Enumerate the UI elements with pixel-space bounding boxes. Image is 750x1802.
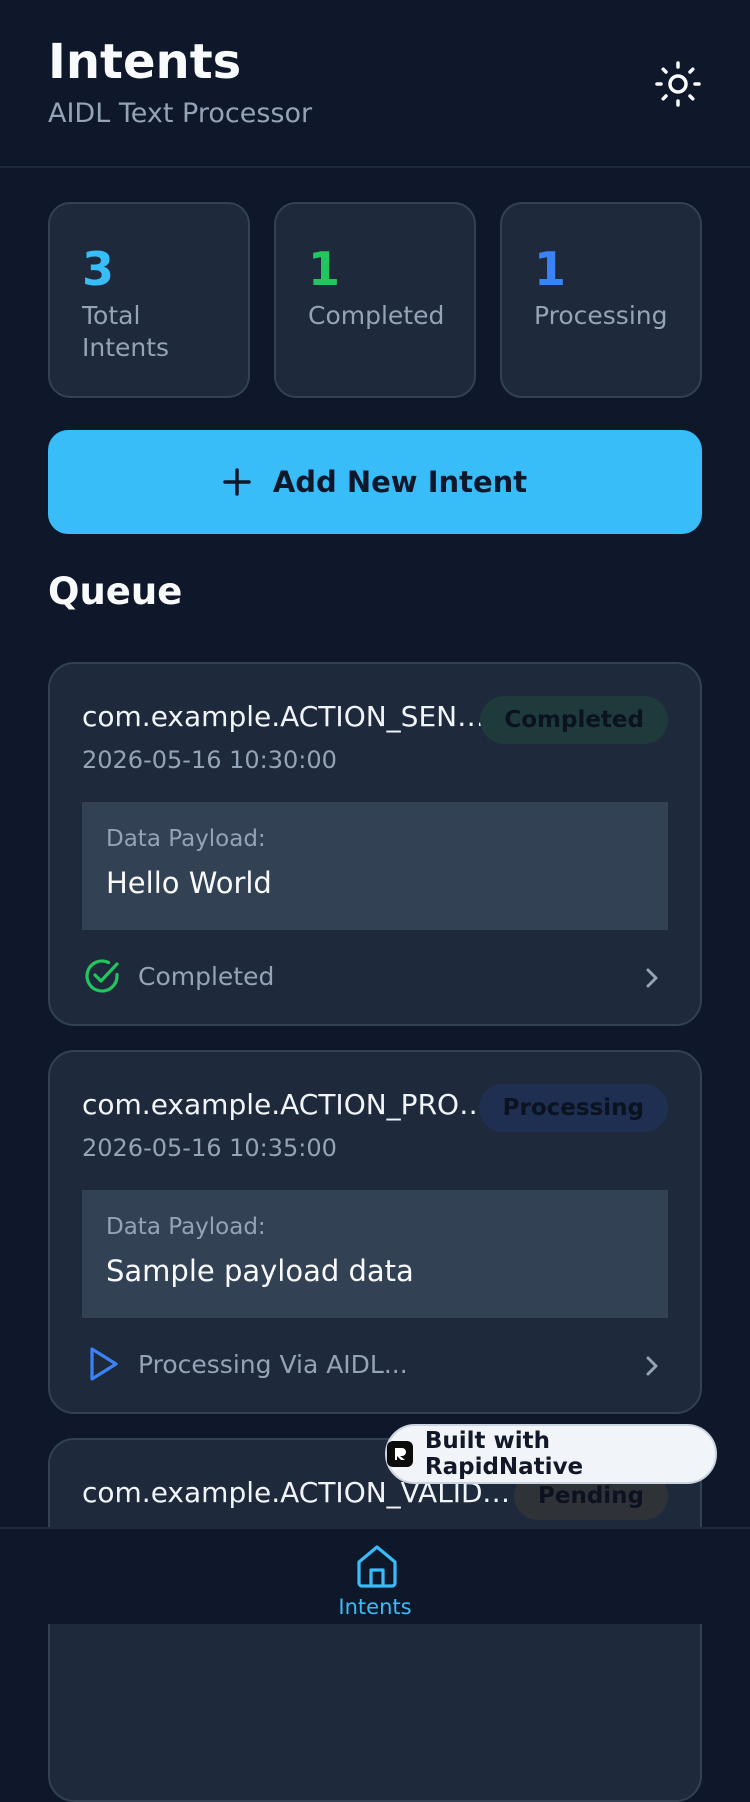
status-badge: Completed: [480, 696, 668, 744]
stat-card-completed: 1 Completed: [274, 202, 476, 398]
play-icon: [90, 1347, 118, 1381]
built-with-rapidnative-badge[interactable]: Built with RapidNative: [385, 1424, 717, 1484]
page-title: Intents: [48, 34, 242, 90]
add-new-intent-button[interactable]: Add New Intent: [48, 430, 702, 534]
stat-value: 1: [308, 242, 341, 296]
chevron-right-icon: [646, 968, 658, 988]
payload-label: Data Payload:: [106, 826, 266, 852]
stat-label: Total Intents: [82, 301, 170, 362]
status-text: Completed: [138, 962, 275, 991]
intent-card[interactable]: com.example.ACTION_PROCE... Processing 2…: [48, 1050, 702, 1414]
intent-card[interactable]: com.example.ACTION_SEND_... Completed 20…: [48, 662, 702, 1026]
payload-value: Hello World: [106, 866, 272, 900]
payload-box: Data Payload: Sample payload data: [82, 1190, 668, 1318]
stat-value: 1: [534, 242, 567, 296]
payload-value: Sample payload data: [106, 1254, 414, 1288]
tab-label: Intents: [338, 1595, 412, 1619]
intent-timestamp: 2026-05-16 10:35:00: [82, 1134, 337, 1162]
plus-icon: [223, 468, 251, 496]
watermark-text: Built with RapidNative: [424, 1428, 584, 1480]
bottom-navigation: Intents: [0, 1527, 750, 1624]
intent-action: com.example.ACTION_PROCE...: [82, 1088, 490, 1121]
intent-action: com.example.ACTION_SEND_...: [82, 700, 490, 733]
rapidnative-logo-icon: [387, 1441, 413, 1467]
add-button-label: Add New Intent: [272, 465, 528, 499]
payload-label: Data Payload:: [106, 1214, 266, 1240]
payload-box: Data Payload: Hello World: [82, 802, 668, 930]
page-subtitle: AIDL Text Processor: [48, 98, 313, 129]
stat-card-processing: 1 Processing: [500, 202, 702, 398]
theme-toggle-button[interactable]: [650, 56, 706, 112]
status-row[interactable]: Processing Via AIDL...: [82, 1344, 668, 1388]
queue-title: Queue: [48, 570, 183, 613]
tab-intents[interactable]: Intents: [325, 1529, 425, 1624]
chevron-right-icon: [646, 1356, 658, 1376]
stat-label: Completed: [308, 301, 445, 330]
status-text: Processing Via AIDL...: [138, 1350, 408, 1379]
status-row[interactable]: Completed: [82, 956, 668, 1000]
home-icon: [357, 1545, 397, 1588]
stat-card-total: 3 Total Intents: [48, 202, 250, 398]
stat-label: Processing: [534, 301, 668, 330]
intent-timestamp: 2026-05-16 10:30:00: [82, 746, 337, 774]
stat-value: 3: [82, 242, 115, 296]
app-header: Intents AIDL Text Processor: [0, 0, 750, 168]
sun-icon: [655, 61, 701, 107]
check-circle-icon: [85, 959, 119, 993]
status-badge: Processing: [478, 1084, 668, 1132]
